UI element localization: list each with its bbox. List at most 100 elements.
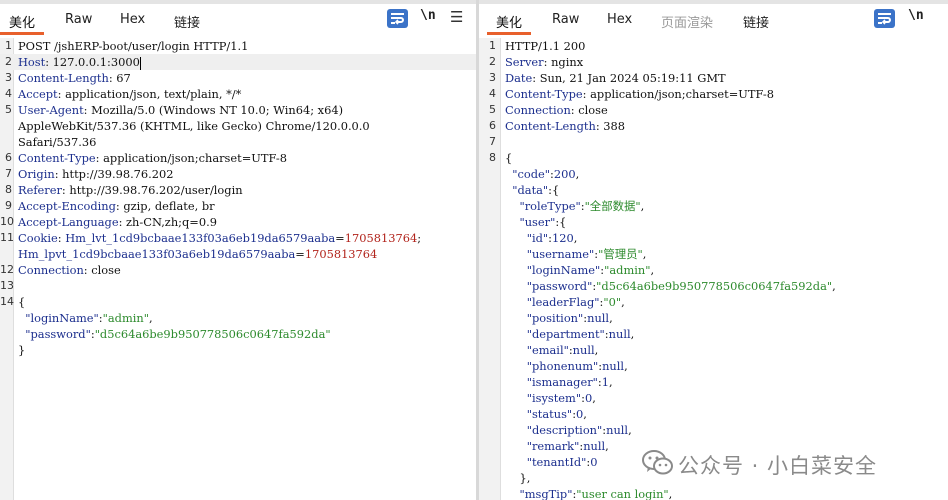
code-token: Accept — [18, 87, 58, 101]
line-number: 2 — [5, 55, 12, 68]
code-token: "description" — [505, 423, 603, 437]
line-text: { — [505, 150, 512, 166]
response-code-line: "phonenum":null, — [479, 358, 948, 374]
code-token: null — [608, 327, 631, 341]
code-token: { — [505, 151, 513, 165]
code-token: 1705813764 — [304, 247, 378, 261]
request-tab-hex[interactable]: Hex — [120, 12, 145, 27]
line-text: Date: Sun, 21 Jan 2024 05:19:11 GMT — [505, 70, 726, 86]
code-token: , — [640, 199, 645, 213]
code-token: Content-Length — [18, 71, 109, 85]
code-token: Host — [18, 55, 46, 69]
response-code-line: 8{ — [479, 150, 948, 166]
response-tab-render[interactable]: 页面渲染 — [661, 12, 713, 31]
line-number: 8 — [5, 183, 12, 196]
line-number: 2 — [489, 55, 496, 68]
code-token: "loginName" — [18, 311, 99, 325]
code-token: } — [18, 343, 26, 357]
code-token: , — [583, 407, 587, 421]
line-text: { — [18, 294, 25, 310]
code-token: : application/json;charset=UTF-8 — [95, 151, 287, 165]
line-text: "password":"d5c64a6be9b950778506c0647fa5… — [18, 326, 330, 342]
code-token: "password" — [18, 327, 91, 341]
code-token: POST /jshERP-boot/user/login HTTP/1.1 — [18, 39, 249, 53]
line-text: Cookie: Hm_lvt_1cd9bcbaae133f03a6eb19da6… — [18, 230, 421, 246]
code-token: Content-Type — [505, 87, 583, 101]
line-text: Connection: close — [505, 102, 608, 118]
code-token: : 127.0.0.1:3000 — [45, 55, 140, 69]
code-token: Content-Length — [505, 119, 596, 133]
request-tab-pretty[interactable]: 美化 — [9, 12, 35, 31]
line-text: Safari/537.36 — [18, 134, 96, 150]
line-text: "roleType":"全部数据", — [505, 198, 644, 214]
response-tab-pretty[interactable]: 美化 — [496, 12, 522, 31]
request-newline-toggle[interactable]: \n — [420, 8, 436, 23]
request-code-line: 11 Cookie: Hm_lvt_1cd9bcbaae133f03a6eb19d… — [0, 230, 476, 246]
code-token: , — [592, 391, 596, 405]
request-word-wrap-button[interactable] — [387, 9, 408, 28]
code-token: "email" — [505, 343, 569, 357]
response-code-line: "position":null, — [479, 310, 948, 326]
line-text: Content-Length: 388 — [505, 118, 625, 134]
code-token: Accept-Language — [18, 215, 119, 229]
code-token: : Mozilla/5.0 (Windows NT 10.0; Win64; x… — [83, 103, 344, 117]
line-text: Accept-Encoding: gzip, deflate, br — [18, 198, 215, 214]
code-token: = — [335, 231, 345, 245]
code-token: Cookie — [18, 231, 58, 245]
request-editor[interactable]: 1 POST /jshERP-boot/user/login HTTP/1.1 2 H… — [0, 38, 476, 358]
request-code-line: } — [0, 342, 476, 358]
response-newline-toggle[interactable]: \n — [908, 8, 924, 23]
word-wrap-icon — [391, 13, 404, 25]
response-tab-raw[interactable]: Raw — [552, 12, 579, 27]
code-token: Connection — [18, 263, 84, 277]
code-token: : zh-CN,zh;q=0.9 — [118, 215, 217, 229]
line-number: 4 — [5, 87, 12, 100]
code-token: "0" — [603, 295, 622, 309]
code-token: "admin" — [604, 263, 651, 277]
response-code-line: "isystem":0, — [479, 390, 948, 406]
word-wrap-icon — [878, 13, 891, 25]
code-token: null — [606, 423, 629, 437]
code-token: { — [18, 295, 26, 309]
request-menu-icon[interactable]: ☰ — [450, 8, 463, 26]
code-token: , — [642, 247, 647, 261]
code-token: , — [594, 343, 599, 357]
line-number: 7 — [5, 167, 12, 180]
code-token: Safari/537.36 — [18, 135, 97, 149]
request-code-line: 3 Content-Length: 67 — [0, 70, 476, 86]
line-text: "username":"管理员", — [505, 246, 647, 262]
line-text: Content-Type: application/json;charset=U… — [18, 150, 287, 166]
request-tab-active-indicator — [0, 32, 44, 35]
code-token: , — [650, 263, 655, 277]
code-token: : nginx — [543, 55, 584, 69]
response-code-line: "username":"管理员", — [479, 246, 948, 262]
code-token: Hm_lpvt_1cd9bcbaae133f03a6eb19da6579aaba — [18, 247, 296, 261]
line-number: 6 — [5, 151, 12, 164]
code-token: : close — [570, 103, 608, 117]
line-number: 9 — [5, 199, 12, 212]
response-code-line: "department":null, — [479, 326, 948, 342]
code-token: : 67 — [108, 71, 131, 85]
request-tab-raw[interactable]: Raw — [65, 12, 92, 27]
code-token: , — [609, 311, 613, 325]
code-token: "data" — [505, 183, 549, 197]
response-code-line: "password":"d5c64a6be9b950778506c0647fa5… — [479, 278, 948, 294]
request-code-line: 6 Content-Type: application/json;charset=… — [0, 150, 476, 166]
line-number: 3 — [5, 71, 12, 84]
request-tab-links[interactable]: 链接 — [174, 12, 200, 31]
line-text: "email":null, — [505, 342, 599, 358]
response-tab-active-indicator — [487, 32, 531, 35]
response-editor[interactable]: 1 HTTP/1.1 200 2 Server: nginx 3 Date: Sun, 2… — [479, 38, 948, 500]
response-tab-hex[interactable]: Hex — [607, 12, 632, 27]
code-token: : 388 — [595, 119, 626, 133]
response-word-wrap-button[interactable] — [874, 9, 895, 28]
response-tab-links[interactable]: 链接 — [743, 12, 769, 31]
response-code-line: 1 HTTP/1.1 200 — [479, 38, 948, 54]
line-text: "isystem":0, — [505, 390, 596, 406]
code-token: "isystem" — [505, 391, 582, 405]
line-number: 7 — [489, 135, 496, 148]
code-token: Server — [505, 55, 544, 69]
line-text: Content-Type: application/json;charset=U… — [505, 86, 774, 102]
line-text: AppleWebKit/537.36 (KHTML, like Gecko) C… — [18, 118, 370, 134]
line-text: "id":120, — [505, 230, 578, 246]
